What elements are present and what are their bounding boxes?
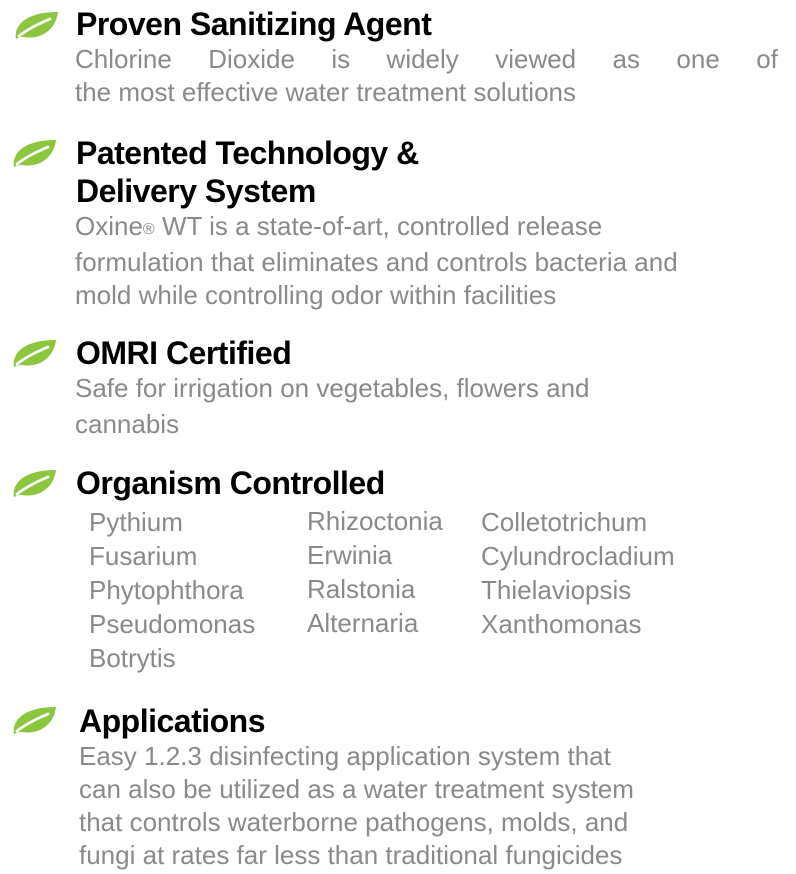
- word: Dioxide: [208, 44, 295, 74]
- organism-item: Phytophthora: [89, 575, 244, 605]
- organism-item: Botrytis: [89, 643, 176, 673]
- leaf-icon: [10, 137, 58, 169]
- organism-item: Xanthomonas: [481, 609, 642, 639]
- title-line: Patented Technology &: [76, 135, 419, 171]
- word: Chlorine: [75, 44, 172, 74]
- leaf-icon: [10, 337, 58, 369]
- description-line: fungi at rates far less than traditional…: [79, 840, 623, 870]
- organism-item: Thielaviopsis: [481, 575, 632, 605]
- section-description-applications: Easy 1.2.3 disinfecting application syst…: [79, 740, 634, 872]
- organism-item: Colletotrichum: [481, 507, 648, 537]
- word: as: [612, 44, 641, 74]
- description-line: Safe for irrigation on vegetables, flowe…: [75, 373, 590, 403]
- organism-list-column-3: Colletotrichum Cylundrocladium Thielavio…: [481, 505, 675, 641]
- section-title-sanitizing-agent: Proven Sanitizing Agent: [76, 6, 432, 42]
- organism-list-column-1: Pythium Fusarium Phytophthora Pseudomona…: [89, 505, 255, 675]
- description-line: can also be utilized as a water treatmen…: [79, 774, 634, 804]
- description-text: WT is a state-of-art, controlled release: [154, 211, 603, 241]
- section-title-applications: Applications: [79, 703, 266, 739]
- description-line: mold while controlling odor within facil…: [75, 280, 557, 310]
- organism-item: Alternaria: [307, 608, 419, 638]
- section-description-sanitizing-agent: Chlorine Dioxide is widely viewed as one…: [75, 43, 778, 109]
- leaf-icon: [10, 704, 58, 736]
- organism-item: Cylundrocladium: [481, 541, 675, 571]
- description-line: cannabis: [75, 409, 180, 439]
- organism-item: Rhizoctonia: [307, 506, 443, 536]
- brand-name: Oxine: [75, 211, 143, 241]
- leaf-icon: [12, 9, 60, 41]
- registered-mark: ®: [142, 221, 155, 238]
- word: viewed: [495, 44, 577, 74]
- word: one: [676, 44, 720, 74]
- organism-item: Ralstonia: [307, 574, 416, 604]
- description-line: that controls waterborne pathogens, mold…: [79, 807, 629, 837]
- description-line: Chlorine Dioxide is widely viewed as one…: [75, 43, 778, 76]
- section-title-omri-certified: OMRI Certified: [76, 335, 292, 371]
- organism-item: Fusarium: [89, 541, 198, 571]
- description-line: the most effective water treatment solut…: [75, 77, 576, 107]
- organism-item: Erwinia: [307, 540, 393, 570]
- title-line: Delivery System: [76, 173, 316, 209]
- description-line: formulation that eliminates and controls…: [75, 247, 678, 277]
- organism-item: Pseudomonas: [89, 609, 256, 639]
- section-description-patented-technology: Oxine® WT is a state-of-art, controlled …: [75, 210, 678, 312]
- section-description-omri-certified: Safe for irrigation on vegetables, flowe…: [75, 372, 590, 441]
- description-line: Easy 1.2.3 disinfecting application syst…: [79, 741, 611, 771]
- leaf-icon: [10, 467, 58, 499]
- description-line: Oxine® WT is a state-of-art, controlled …: [75, 210, 678, 246]
- section-title-patented-technology: Patented Technology & Delivery System: [76, 134, 419, 210]
- word: is: [331, 44, 351, 74]
- section-title-organism-controlled: Organism Controlled: [76, 465, 385, 501]
- word: widely: [386, 44, 459, 74]
- organism-list-column-2: Rhizoctonia Erwinia Ralstonia Alternaria: [307, 504, 443, 640]
- organism-item: Pythium: [89, 507, 183, 537]
- word: of: [756, 44, 778, 74]
